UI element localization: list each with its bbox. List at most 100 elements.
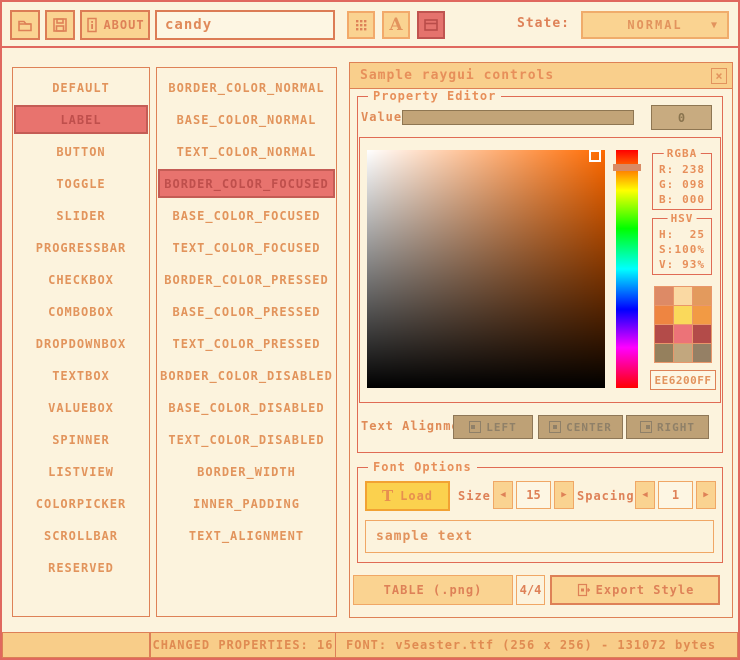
palette-swatch[interactable] <box>655 306 673 324</box>
controls-list-item[interactable]: LISTVIEW <box>14 457 148 486</box>
align-left-label: LEFT <box>486 421 517 434</box>
font-letter-icon: A <box>389 17 402 34</box>
properties-list: BORDER_COLOR_NORMAL BASE_COLOR_NORMAL TE… <box>156 67 337 617</box>
controls-list-item[interactable]: RESERVED <box>14 553 148 582</box>
properties-list-item[interactable]: BORDER_WIDTH <box>158 457 335 486</box>
new-style-button[interactable] <box>10 10 40 40</box>
load-font-button[interactable]: T Load <box>365 481 450 511</box>
controls-list-item[interactable]: TEXTBOX <box>14 361 148 390</box>
window-close-button[interactable]: × <box>711 68 727 84</box>
controls-list-item[interactable]: DROPDOWNBOX <box>14 329 148 358</box>
hsv-row: V: 93% <box>653 257 711 272</box>
page-indicator[interactable]: 4/4 <box>516 575 545 605</box>
properties-list-item[interactable]: TEXT_COLOR_FOCUSED <box>158 233 335 262</box>
controls-list-item[interactable]: BUTTON <box>14 137 148 166</box>
status-bar: CHANGED PROPERTIES: 16 FONT: v5easter.tt… <box>2 632 738 658</box>
gradient-cursor[interactable] <box>589 150 601 162</box>
palette-swatch[interactable] <box>693 287 711 305</box>
hex-color-input[interactable]: EE6200FF <box>650 370 716 390</box>
align-left-icon <box>469 421 481 433</box>
align-right-icon <box>640 421 652 433</box>
hue-bar[interactable] <box>616 150 638 388</box>
palette-swatch[interactable] <box>655 344 673 362</box>
palette-swatch[interactable] <box>674 344 692 362</box>
controls-list-item[interactable]: PROGRESSBAR <box>14 233 148 262</box>
toolbar: ABOUT A State: NORMA <box>0 0 740 48</box>
status-font-info: FONT: v5easter.ttf (256 x 256) - 131072 … <box>335 632 738 658</box>
controls-list-item[interactable]: SPINNER <box>14 425 148 454</box>
style-name-input[interactable] <box>155 10 335 40</box>
chevron-right-icon: ▶ <box>703 490 708 500</box>
palette-swatch[interactable] <box>655 325 673 343</box>
properties-list-item[interactable]: TEXT_ALIGNMENT <box>158 521 335 550</box>
controls-list-item-selected[interactable]: LABEL <box>14 105 148 134</box>
chevron-left-icon: ◀ <box>642 490 647 500</box>
properties-list-item[interactable]: TEXT_COLOR_DISABLED <box>158 425 335 454</box>
properties-list-item[interactable]: TEXT_COLOR_PRESSED <box>158 329 335 358</box>
value-box[interactable]: 0 <box>651 105 712 130</box>
window-titlebar[interactable]: Sample raygui controls × <box>350 63 732 89</box>
controls-list-item[interactable]: SCROLLBAR <box>14 521 148 550</box>
palette-swatch[interactable] <box>674 306 692 324</box>
properties-list-item[interactable]: INNER_PADDING <box>158 489 335 518</box>
properties-list-item[interactable]: TEXT_COLOR_NORMAL <box>158 137 335 166</box>
properties-list-item[interactable]: BORDER_COLOR_PRESSED <box>158 265 335 294</box>
window-view-button[interactable] <box>417 11 445 39</box>
value-slider[interactable] <box>402 110 634 125</box>
about-button[interactable]: ABOUT <box>80 10 150 40</box>
state-dropdown[interactable]: NORMAL ▼ <box>581 11 729 39</box>
g-label: G: <box>659 177 674 192</box>
palette-swatch[interactable] <box>693 344 711 362</box>
properties-list-item[interactable]: BORDER_COLOR_DISABLED <box>158 361 335 390</box>
s-label: S: <box>659 242 674 257</box>
r-value: 238 <box>682 162 705 177</box>
controls-list-item[interactable]: DEFAULT <box>14 73 148 102</box>
chevron-down-icon: ▼ <box>711 20 719 31</box>
size-increment-button[interactable]: ▶ <box>554 481 574 509</box>
rgba-row: G: 098 <box>653 177 711 192</box>
align-center-label: CENTER <box>566 421 612 434</box>
palette-swatch[interactable] <box>674 287 692 305</box>
state-label: State: <box>505 16 570 31</box>
size-decrement-button[interactable]: ◀ <box>493 481 513 509</box>
sample-text-input[interactable]: sample text <box>365 520 714 553</box>
spacing-decrement-button[interactable]: ◀ <box>635 481 655 509</box>
controls-list-item[interactable]: COLORPICKER <box>14 489 148 518</box>
hue-slider-handle[interactable] <box>613 164 641 171</box>
folder-icon <box>16 16 34 34</box>
controls-list-item[interactable]: VALUEBOX <box>14 393 148 422</box>
palette-swatch[interactable] <box>655 287 673 305</box>
size-value-box[interactable]: 15 <box>516 481 551 509</box>
controls-list-item[interactable]: SLIDER <box>14 201 148 230</box>
spacing-value-box[interactable]: 1 <box>658 481 693 509</box>
controls-list-item[interactable]: CHECKBOX <box>14 265 148 294</box>
spacing-increment-button[interactable]: ▶ <box>696 481 716 509</box>
v-label: V: <box>659 257 674 272</box>
align-left-button[interactable]: LEFT <box>453 415 533 439</box>
properties-list-item-selected[interactable]: BORDER_COLOR_FOCUSED <box>158 169 335 198</box>
properties-list-item[interactable]: BASE_COLOR_PRESSED <box>158 297 335 326</box>
export-table-button[interactable]: TABLE (.png) <box>353 575 513 605</box>
window-icon <box>422 16 440 34</box>
save-style-button[interactable] <box>45 10 75 40</box>
align-right-button[interactable]: RIGHT <box>626 415 709 439</box>
align-right-label: RIGHT <box>657 421 695 434</box>
palette-swatch[interactable] <box>693 325 711 343</box>
properties-list-item[interactable]: BASE_COLOR_NORMAL <box>158 105 335 134</box>
grid-view-button[interactable] <box>347 11 375 39</box>
sample-controls-window: Sample raygui controls × Property Editor… <box>349 62 733 618</box>
b-value: 000 <box>682 192 705 207</box>
controls-list-item[interactable]: COMBOBOX <box>14 297 148 326</box>
rgba-group: RGBA R: 238 G: 098 B: 000 <box>652 153 712 210</box>
controls-list-item[interactable]: TOGGLE <box>14 169 148 198</box>
export-style-button[interactable]: Export Style <box>550 575 720 605</box>
properties-list-item[interactable]: BASE_COLOR_FOCUSED <box>158 201 335 230</box>
palette-swatch[interactable] <box>693 306 711 324</box>
font-view-button[interactable]: A <box>382 11 410 39</box>
align-center-button[interactable]: CENTER <box>538 415 623 439</box>
property-editor-group: Property Editor Value: 0 RGBA R: 238 <box>357 96 723 453</box>
properties-list-item[interactable]: BORDER_COLOR_NORMAL <box>158 73 335 102</box>
color-saturation-gradient[interactable] <box>367 150 605 388</box>
properties-list-item[interactable]: BASE_COLOR_DISABLED <box>158 393 335 422</box>
palette-swatch[interactable] <box>674 325 692 343</box>
